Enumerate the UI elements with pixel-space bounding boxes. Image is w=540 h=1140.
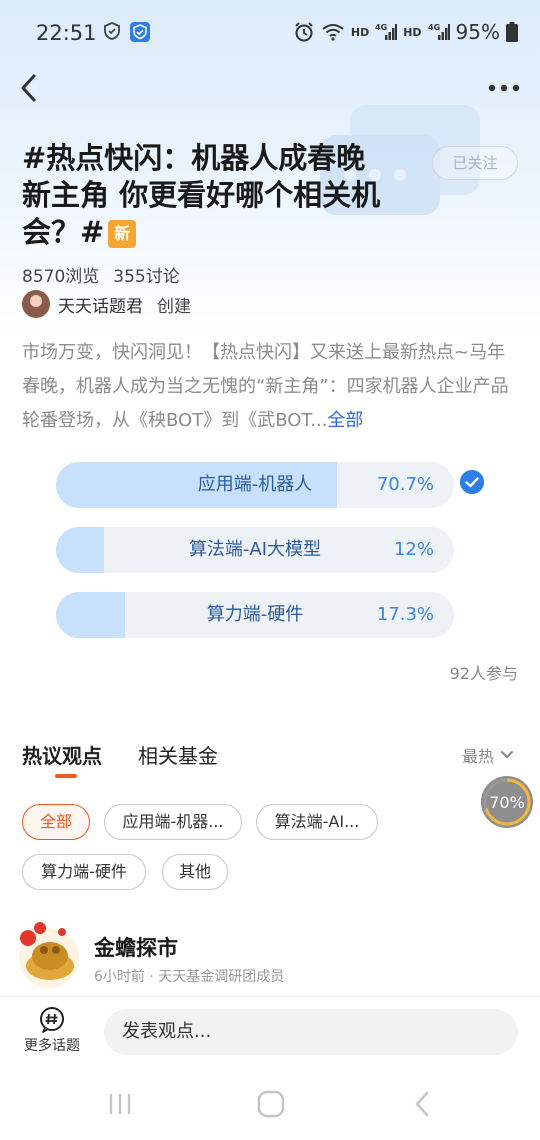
tab-related-funds[interactable]: 相关基金 xyxy=(138,740,218,769)
topic-hash-icon xyxy=(40,1007,64,1033)
expand-all-link[interactable]: 全部 xyxy=(327,410,363,431)
tab-opinions[interactable]: 热议观点 xyxy=(22,740,102,769)
recent-apps-icon[interactable] xyxy=(106,1090,134,1118)
home-icon[interactable] xyxy=(256,1090,286,1118)
new-badge: 新 xyxy=(108,220,137,248)
poll-option-percent: 17.3% xyxy=(376,604,434,625)
opinion-input[interactable]: 发表观点... xyxy=(104,1009,518,1055)
reading-progress-widget[interactable]: 70% xyxy=(480,775,534,829)
creator-name[interactable]: 天天话题君 xyxy=(58,292,143,317)
follow-button[interactable]: 已关注 xyxy=(432,146,518,180)
status-bar: 22:51 HD 4G HD 4G 95% xyxy=(0,0,540,70)
more-options-icon[interactable] xyxy=(486,78,522,98)
discussion-count: 355讨论 xyxy=(113,267,180,287)
filter-chip-all[interactable]: 全部 xyxy=(22,804,90,840)
signal-4g-icon-2: 4G xyxy=(428,23,450,40)
back-arrow-icon[interactable] xyxy=(14,72,46,104)
wifi-icon xyxy=(322,24,344,41)
network-label-1: HD xyxy=(350,25,370,39)
sort-dropdown[interactable]: 最热 xyxy=(462,743,514,767)
more-topics-button[interactable]: 更多话题 xyxy=(16,1007,88,1055)
bottom-action-bar: 更多话题 发表观点... xyxy=(0,996,540,1068)
shield-icon xyxy=(104,22,120,40)
system-nav-bar xyxy=(0,1068,540,1140)
topic-description: 市场万变，快闪洞见！【热点快闪】又来送上最新热点~马年春晚，机器人成为当之无愧的… xyxy=(22,336,522,438)
status-time: 22:51 xyxy=(36,21,97,45)
active-tab-indicator xyxy=(55,774,77,778)
creator-avatar[interactable] xyxy=(22,290,50,318)
alarm-icon xyxy=(295,22,313,42)
filter-chip-robot[interactable]: 应用端-机器... xyxy=(104,804,242,840)
poll-option-percent: 70.7% xyxy=(376,474,434,495)
security-app-icon xyxy=(130,22,150,42)
poll-option-percent: 12% xyxy=(393,539,434,560)
topic-title: #热点快闪：机器人成春晚新主角 你更看好哪个相关机会？# 新 xyxy=(22,140,382,251)
description-text: 市场万变，快闪洞见！【热点快闪】又来送上最新热点~马年春晚，机器人成为当之无愧的… xyxy=(22,342,509,431)
sort-label: 最热 xyxy=(461,747,494,766)
creator-role: 创建 xyxy=(157,296,191,317)
network-label-2: HD xyxy=(403,25,422,39)
post-meta: 6小时前 · 天天基金调研团成员 xyxy=(94,969,285,985)
topic-creator[interactable]: 天天话题君 创建 xyxy=(22,290,191,318)
svg-text:4G: 4G xyxy=(375,23,387,32)
view-count: 8570浏览 xyxy=(22,267,100,287)
poll-option-hardware[interactable]: 算力端-硬件 17.3% xyxy=(56,592,454,638)
poll-option-robot[interactable]: 应用端-机器人 70.7% xyxy=(56,462,454,508)
filter-chip-other[interactable]: 其他 xyxy=(162,854,228,890)
topic-stats: 8570浏览 355讨论 xyxy=(22,262,180,287)
selected-check-icon xyxy=(460,470,484,494)
poll-option-ai-model[interactable]: 算法端-AI大模型 12% xyxy=(56,527,454,573)
signal-4g-icon: 4G xyxy=(375,23,398,40)
filter-chip-hardware[interactable]: 算力端-硬件 xyxy=(22,854,146,890)
more-topics-label: 更多话题 xyxy=(24,1038,80,1054)
battery-percent: 95% xyxy=(455,20,500,44)
poll-participants: 92人参与 xyxy=(449,664,518,683)
chevron-down-icon xyxy=(501,751,513,759)
status-indicators: HD 4G HD 4G 95% xyxy=(293,20,518,44)
progress-text: 70% xyxy=(489,793,525,812)
svg-text:4G: 4G xyxy=(428,23,440,32)
post-author[interactable]: 金蟾探市 xyxy=(94,932,178,962)
topic-title-text: #热点快闪：机器人成春晚新主角 你更看好哪个相关机会？# xyxy=(22,141,381,249)
system-back-icon[interactable] xyxy=(412,1090,432,1118)
golden-toad-avatar[interactable] xyxy=(14,920,84,990)
battery-icon xyxy=(506,22,518,42)
filter-chip-ai[interactable]: 算法端-AI... xyxy=(256,804,378,840)
